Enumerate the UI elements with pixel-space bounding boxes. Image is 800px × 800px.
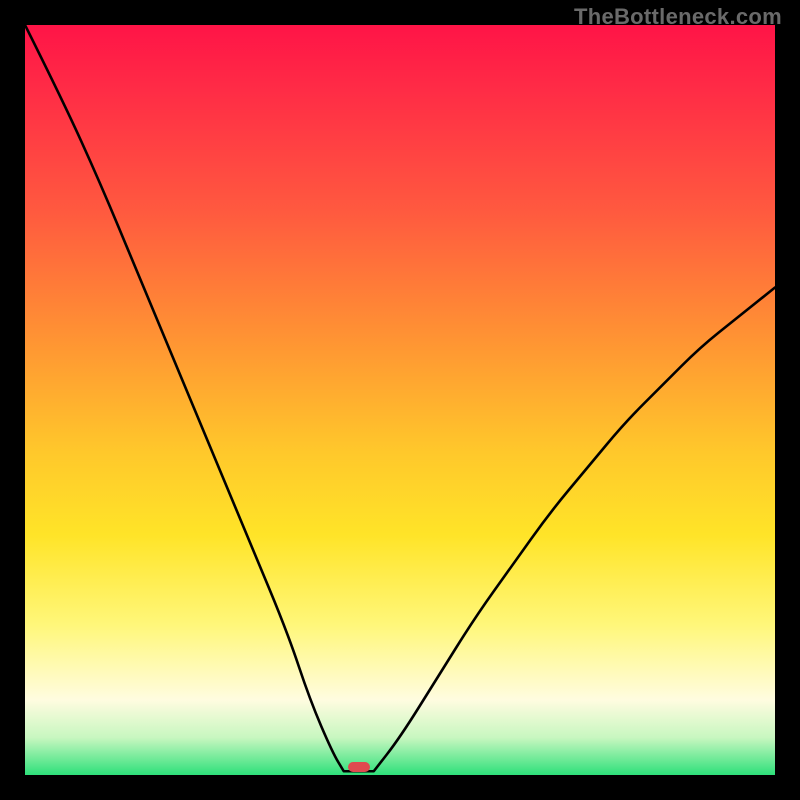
curve-path	[25, 25, 775, 771]
chart-frame: TheBottleneck.com	[0, 0, 800, 800]
minimum-marker	[348, 762, 370, 772]
bottleneck-curve	[25, 25, 775, 775]
plot-area	[25, 25, 775, 775]
watermark-text: TheBottleneck.com	[574, 4, 782, 30]
